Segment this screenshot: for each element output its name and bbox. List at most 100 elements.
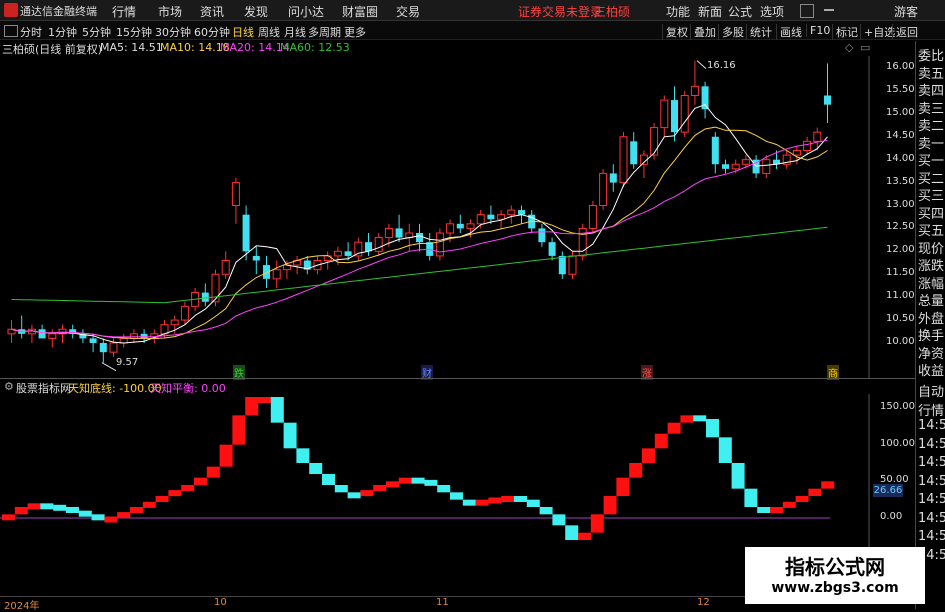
candle-body [354,241,363,257]
date-label-nov: 11 [436,597,449,608]
tab-period-daily[interactable]: 日线 [232,24,254,40]
menu-item-discover[interactable]: 发现 [244,3,268,20]
date-label-dec: 12 [697,597,710,608]
f10-button[interactable]: F10 [806,24,833,37]
pane-divider[interactable] [0,378,915,379]
candle-body [538,228,546,243]
indicator-settings-icon[interactable]: ⚙ [4,380,14,393]
ma60-label: MA60: 12.53 [280,41,350,54]
side-panel-item[interactable]: 14:50 [918,474,945,489]
indicator-step [475,499,489,506]
indicator-step [629,463,643,478]
indicator-step [142,501,156,508]
side-panel-item[interactable]: 自动 [918,381,944,400]
app-logo-icon [4,3,18,17]
menu-item-guest[interactable]: 游客 [894,3,918,20]
ma5-label: MA5: 14.51 [100,41,163,54]
side-panel-item[interactable]: 14:50 [918,418,945,433]
indicator-step [155,496,169,502]
candle [231,178,240,224]
app-brand: 通达信金融终端 [20,5,97,18]
side-panel-item[interactable]: 14:50 [918,437,945,452]
candle-body [711,136,719,165]
side-panel-item: 总量 [918,294,945,309]
tab-period-15min[interactable]: 15分钟 [116,24,152,40]
candle-body [416,233,423,243]
fq-button[interactable]: 复权 [662,24,691,40]
side-panel-item: 卖三 [918,101,945,117]
candle-body [456,223,464,229]
tab-period-weekly[interactable]: 周线 [258,24,280,40]
tab-period-1min[interactable]: 1分钟 [48,24,77,40]
candlestick-chart[interactable] [0,56,870,378]
indicator-step [770,507,783,513]
side-panel-item: 涨跌 [918,259,945,274]
menu-item-trade[interactable]: 交易 [396,3,420,20]
menu-item-quotes[interactable]: 行情 [112,3,136,20]
side-panel-item: 买二 [918,171,945,187]
menu-item-market[interactable]: 市场 [158,3,182,20]
indicator-step [565,525,579,540]
indicator-chart[interactable] [0,394,870,594]
candle-body [824,95,831,105]
indicator-step [578,532,591,540]
candle-body [333,250,342,257]
menu-item-new-page[interactable]: 新面 [698,3,722,20]
overlay-button[interactable]: 叠加 [690,24,719,40]
price-tick-label: 10.00 [886,336,915,347]
side-panel-item[interactable]: 行情 [918,400,944,419]
multi-stock-button[interactable]: 多股 [718,24,747,40]
stats-button[interactable]: 统计 [746,24,775,40]
candle-body [609,173,617,183]
high-leader-line [696,60,707,70]
mark-button[interactable]: 标记 [832,24,861,40]
minimize-icon[interactable] [824,9,834,11]
tab-period-5min[interactable]: 5分钟 [82,24,111,40]
settings-icon[interactable] [800,4,814,18]
layout-icon[interactable] [4,25,18,37]
indicator-step [2,514,15,521]
tab-period-monthly[interactable]: 月线 [284,24,306,40]
tab-period-30min[interactable]: 30分钟 [155,24,191,40]
menu-item-wealth[interactable]: 财富圈 [342,3,378,20]
indicator-step [526,499,540,507]
side-panel-item[interactable]: 14:50 [918,529,945,544]
menu-item-options[interactable]: 选项 [760,3,784,20]
tab-period-minute[interactable]: 分时 [20,24,42,40]
side-panel-item[interactable]: 14:50 [918,511,945,526]
candle-body [129,333,138,339]
menu-item-news[interactable]: 资讯 [200,3,224,20]
candle-body [38,329,46,339]
candle [293,255,302,275]
candle [507,205,516,224]
menu-item-function[interactable]: 功能 [666,3,690,20]
tab-period-more[interactable]: 更多 [344,24,366,40]
panel-toggle-icon[interactable]: ▭ [860,41,870,54]
candle [558,251,566,279]
candle-body [252,255,260,261]
tab-period-60min[interactable]: 60分钟 [194,24,230,40]
watermark-title: 指标公式网 [785,555,885,579]
candle [690,60,699,105]
candle-body [497,214,506,220]
menu-item-assistant[interactable]: 问小达 [288,3,324,20]
back-button[interactable]: 返回 [892,24,921,40]
side-panel-item: 买四 [918,206,945,222]
login-notice[interactable]: 证券交易未登录 [518,3,602,20]
indicator-step [245,397,259,416]
price-tick-label: 13.00 [886,198,915,210]
candle-body [518,210,525,215]
indicator-step [27,503,41,510]
candle-body [741,159,750,165]
side-panel-item[interactable]: 14:50 [918,492,945,507]
tab-period-multi[interactable]: 多周期 [308,24,341,40]
side-panel-item[interactable]: 14:50 [918,455,945,470]
candle [619,132,628,188]
indicator-step [283,422,297,449]
draw-button[interactable]: 画线 [776,24,805,40]
high-price-annotation: 16.16 [707,60,736,71]
indicator-step [757,507,771,513]
candle-body [507,209,516,216]
diamond-icon[interactable]: ◇ [845,41,853,54]
menu-item-formula[interactable]: 公式 [728,3,752,20]
